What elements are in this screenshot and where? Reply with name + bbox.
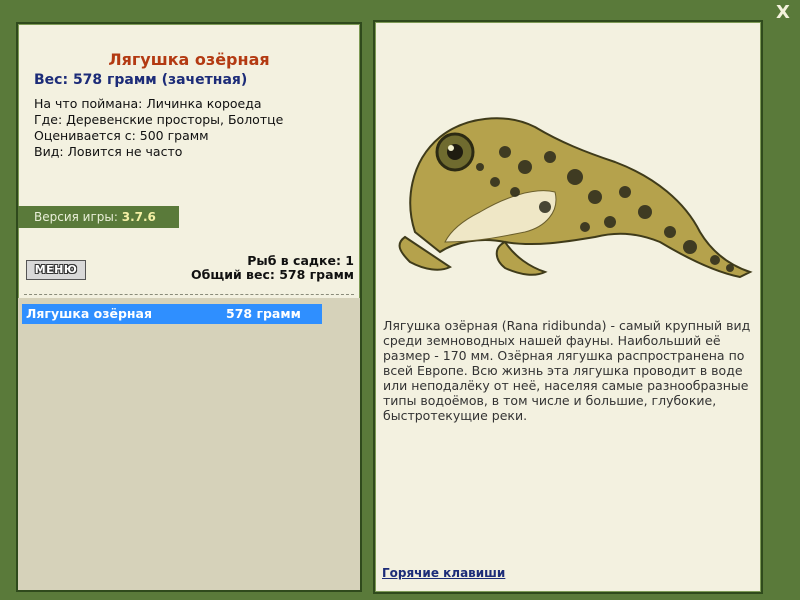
version-value: 3.7.6: [121, 210, 156, 224]
menu-button[interactable]: МЕНЮ: [26, 260, 86, 280]
total-weight: Общий вес: 578 грамм: [191, 267, 354, 282]
keepnet-list: Лягушка озёрная 578 грамм: [18, 298, 360, 590]
close-button[interactable]: X: [774, 4, 792, 22]
keepnet-stats: Рыб в садке: 1 Общий вес: 578 грамм: [191, 254, 354, 282]
hotkeys-link[interactable]: Горячие клавиши: [382, 566, 505, 580]
divider: [24, 294, 354, 295]
caught-where: Где: Деревенские просторы, Болотце: [34, 112, 284, 127]
list-item[interactable]: Лягушка озёрная 578 грамм: [22, 304, 322, 324]
version-label: Версия игры:: [34, 210, 122, 224]
list-item-name: Лягушка озёрная: [26, 306, 153, 321]
frog-image: [398, 117, 753, 279]
fish-title: Лягушка озёрная: [108, 50, 270, 69]
rarity: Вид: Ловится не часто: [34, 144, 183, 159]
catch-info-panel: Лягушка озёрная Вес: 578 грамм (зачетная…: [16, 22, 362, 592]
list-item-weight: 578 грамм: [226, 306, 301, 321]
fish-description: Лягушка озёрная (Rana ridibunda) - самый…: [383, 318, 751, 423]
catch-details: На что поймана: Личинка короеда Где: Дер…: [34, 96, 283, 160]
caught-with: На что поймана: Личинка короеда: [34, 96, 262, 111]
fish-weight: Вес: 578 грамм (зачетная): [34, 72, 248, 88]
valued-from: Оценивается с: 500 грамм: [34, 128, 209, 143]
fish-description-panel: Лягушка озёрная (Rana ridibunda) - самый…: [373, 20, 763, 594]
fish-count: Рыб в садке: 1: [247, 253, 354, 268]
game-version: Версия игры: 3.7.6: [18, 206, 179, 228]
